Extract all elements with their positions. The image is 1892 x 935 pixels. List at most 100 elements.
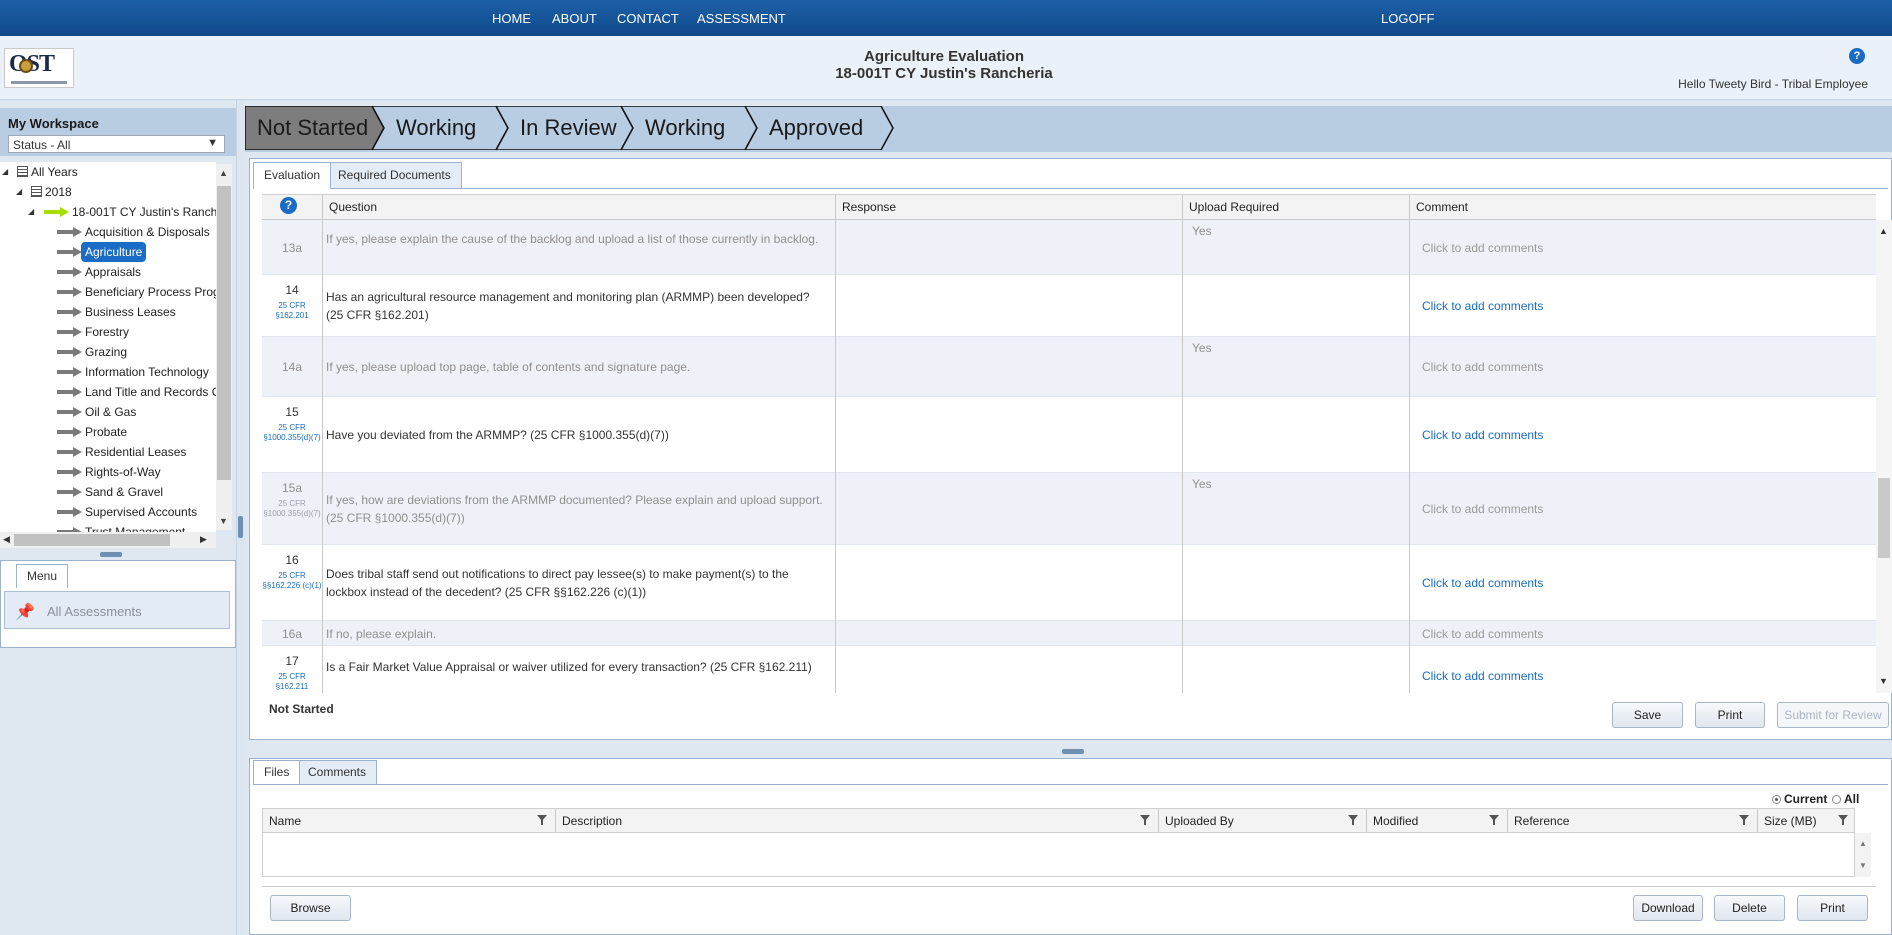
nav-contact-link[interactable]: CONTACT — [617, 11, 679, 26]
tree-node-trust-management[interactable]: Trust Management — [85, 524, 185, 532]
tab-files[interactable]: Files — [253, 760, 301, 784]
column-question[interactable]: Question — [322, 195, 835, 220]
filter-icon[interactable] — [1140, 815, 1150, 825]
nav-about-link[interactable]: ABOUT — [552, 11, 597, 26]
column-response[interactable]: Response — [835, 195, 1182, 220]
filter-icon[interactable] — [1739, 815, 1749, 825]
scroll-thumb[interactable] — [217, 186, 231, 480]
resize-grip[interactable] — [100, 552, 122, 557]
nav-assessment-link[interactable]: ASSESSMENT — [697, 11, 786, 26]
grid-vertical-scrollbar[interactable]: ▲ ▼ — [1876, 220, 1892, 693]
add-comment-link[interactable]: Click to add comments — [1422, 299, 1543, 313]
tree-node-assessment[interactable]: 18-001T CY Justin's Rancheria — [72, 204, 216, 220]
print-evaluation-button[interactable]: Print — [1695, 702, 1765, 728]
submit-for-review-button[interactable]: Submit for Review — [1777, 702, 1889, 728]
radio-current[interactable]: Current — [1772, 792, 1827, 806]
collapse-icon[interactable]: ◢ — [16, 187, 22, 196]
scroll-up-icon[interactable]: ▲ — [1859, 839, 1867, 848]
pin-icon: 📌 — [15, 604, 35, 621]
cfr-reference-link[interactable]: 25 CFR §§162.226 (c)(1) — [262, 571, 322, 591]
help-icon[interactable]: ? — [1849, 48, 1865, 64]
horizontal-splitter-grip[interactable] — [1062, 749, 1084, 754]
tab-menu[interactable]: Menu — [16, 564, 68, 588]
tree-node-oil-gas[interactable]: Oil & Gas — [85, 404, 136, 420]
tree-node-probate[interactable]: Probate — [85, 424, 127, 440]
tree-node-appraisals[interactable]: Appraisals — [85, 264, 141, 280]
download-button[interactable]: Download — [1633, 895, 1703, 921]
tree-node-agriculture[interactable]: Agriculture — [80, 242, 147, 262]
collapse-icon[interactable]: ◢ — [2, 167, 8, 176]
tree-vertical-scrollbar[interactable]: ▲ ▼ — [216, 164, 232, 530]
tree-node-information-technology[interactable]: Information Technology — [85, 364, 209, 380]
tree-node-land-title-and-records-office[interactable]: Land Title and Records Office — [85, 384, 216, 400]
question-text: Have you deviated from the ARMMP? (25 CF… — [326, 428, 669, 442]
tab-required-documents[interactable]: Required Documents — [327, 162, 462, 188]
print-files-button[interactable]: Print — [1797, 895, 1868, 921]
column-modified[interactable]: Modified — [1366, 809, 1507, 833]
tab-divider — [253, 784, 1888, 785]
tree-node-beneficiary-process-program[interactable]: Beneficiary Process Program — [85, 284, 216, 300]
files-vertical-scrollbar[interactable]: ▲ ▼ — [1855, 833, 1871, 877]
tree-horizontal-scrollbar[interactable]: ◀ ▶ — [0, 532, 216, 548]
tree-node-rights-of-way[interactable]: Rights-of-Way — [85, 464, 161, 480]
tab-comments[interactable]: Comments — [297, 760, 378, 784]
scroll-right-icon[interactable]: ▶ — [200, 534, 207, 545]
filter-icon[interactable] — [1489, 815, 1499, 825]
response-cell[interactable] — [836, 646, 1182, 693]
add-comment-link[interactable]: Click to add comments — [1422, 428, 1543, 442]
vertical-splitter[interactable] — [236, 100, 245, 935]
tree-node-forestry[interactable]: Forestry — [85, 324, 129, 340]
nav-logoff-link[interactable]: LOGOFF — [1381, 11, 1434, 26]
browse-button[interactable]: Browse — [270, 895, 351, 921]
cfr-reference-link[interactable]: 25 CFR §162.211 — [262, 672, 322, 692]
cfr-reference-link[interactable]: 25 CFR §162.201 — [262, 301, 322, 321]
column-uploaded-by[interactable]: Uploaded By — [1158, 809, 1366, 833]
filter-icon[interactable] — [1838, 815, 1848, 825]
column-upload-required[interactable]: Upload Required — [1182, 195, 1409, 220]
scroll-left-icon[interactable]: ◀ — [3, 534, 10, 545]
tree-node-acquisition-disposals[interactable]: Acquisition & Disposals — [85, 224, 210, 240]
scroll-down-icon[interactable]: ▼ — [1879, 676, 1888, 686]
scroll-down-icon[interactable]: ▼ — [1859, 861, 1867, 870]
column-description[interactable]: Description — [555, 809, 1158, 833]
nav-home-link[interactable]: HOME — [492, 11, 531, 26]
response-cell[interactable] — [836, 275, 1182, 337]
collapse-icon[interactable]: ◢ — [28, 207, 34, 216]
workflow-step-4: Working — [621, 106, 759, 150]
scroll-down-icon[interactable]: ▼ — [219, 516, 228, 526]
scroll-up-icon[interactable]: ▲ — [1879, 226, 1888, 236]
filter-icon[interactable] — [1348, 815, 1358, 825]
scroll-thumb[interactable] — [14, 534, 170, 546]
response-cell[interactable] — [836, 397, 1182, 473]
menu-item-all-assessments[interactable]: 📌 All Assessments — [4, 591, 230, 629]
splitter-grip[interactable] — [238, 516, 243, 538]
tree-node-business-leases[interactable]: Business Leases — [85, 304, 176, 320]
cfr-reference-link[interactable]: 25 CFR §1000.355(d)(7) — [262, 423, 322, 443]
tab-evaluation[interactable]: Evaluation — [253, 162, 332, 189]
tree-node-supervised-accounts[interactable]: Supervised Accounts — [85, 504, 197, 520]
radio-all[interactable]: All — [1832, 792, 1859, 806]
tree-node-all-years[interactable]: All Years — [31, 164, 78, 180]
filter-icon[interactable] — [537, 815, 547, 825]
scroll-thumb[interactable] — [1878, 478, 1890, 558]
column-comment[interactable]: Comment — [1409, 195, 1875, 220]
tree-node-sand-gravel[interactable]: Sand & Gravel — [85, 484, 163, 500]
question-help-icon[interactable]: ? — [280, 197, 297, 214]
table-row: 16 25 CFR §§162.226 (c)(1) Does tribal sta… — [262, 545, 1876, 621]
question-number-label: 16a — [281, 626, 303, 641]
column-name[interactable]: Name — [263, 809, 555, 833]
delete-button[interactable]: Delete — [1714, 895, 1785, 921]
save-button[interactable]: Save — [1612, 702, 1683, 728]
status-filter-select[interactable]: Status - All ▼ — [8, 135, 225, 153]
tree-node-year[interactable]: 2018 — [45, 184, 72, 200]
add-comment-link[interactable]: Click to add comments — [1422, 576, 1543, 590]
response-cell[interactable] — [836, 545, 1182, 621]
grid-icon — [17, 166, 28, 177]
column-size[interactable]: Size (MB) — [1757, 809, 1856, 833]
tree-node-grazing[interactable]: Grazing — [85, 344, 127, 360]
tree-node-residential-leases[interactable]: Residential Leases — [85, 444, 186, 460]
add-comment-link[interactable]: Click to add comments — [1422, 669, 1543, 683]
add-comment-link: Click to add comments — [1422, 502, 1544, 516]
column-reference[interactable]: Reference — [1507, 809, 1757, 833]
scroll-up-icon[interactable]: ▲ — [219, 168, 228, 178]
